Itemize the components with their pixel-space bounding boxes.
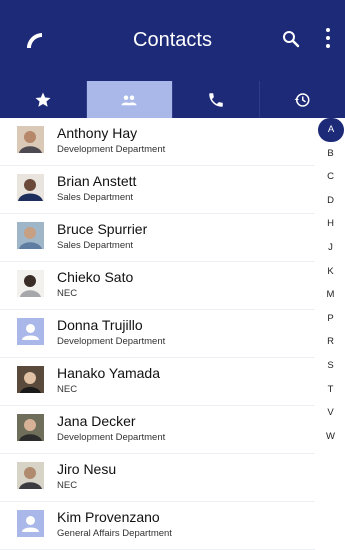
- index-letter[interactable]: B: [316, 142, 345, 166]
- tab-contacts[interactable]: [87, 81, 174, 118]
- avatar: [17, 414, 44, 441]
- contact-name: Anthony Hay: [57, 125, 137, 141]
- contact-department: Development Department: [57, 144, 165, 155]
- index-letter[interactable]: W: [316, 425, 345, 449]
- index-letter[interactable]: P: [316, 307, 345, 331]
- contact-row[interactable]: Kim Provenzano General Affairs Departmen…: [0, 502, 315, 550]
- contact-name: Donna Trujillo: [57, 317, 143, 333]
- contact-row[interactable]: Donna Trujillo Development Department: [0, 310, 315, 358]
- tab-calls[interactable]: [173, 81, 260, 118]
- avatar-placeholder-icon: [17, 318, 44, 345]
- index-letter[interactable]: S: [316, 354, 345, 378]
- avatar: [17, 366, 44, 393]
- people-icon: [120, 91, 138, 109]
- index-letter[interactable]: T: [316, 378, 345, 402]
- contact-row[interactable]: Jana Decker Development Department: [0, 406, 315, 454]
- avatar: [17, 126, 44, 153]
- index-letter[interactable]: C: [316, 165, 345, 189]
- contact-department: Development Department: [57, 336, 165, 347]
- contact-row[interactable]: Brian Anstett Sales Department: [0, 166, 315, 214]
- contact-list: Anthony Hay Development Department Brian…: [0, 118, 315, 550]
- index-letter[interactable]: D: [316, 189, 345, 213]
- avatar: [17, 222, 44, 249]
- contact-department: NEC: [57, 480, 77, 491]
- contact-department: Sales Department: [57, 240, 133, 251]
- history-icon: [293, 91, 311, 109]
- tab-bar: [0, 81, 345, 118]
- contact-name: Bruce Spurrier: [57, 221, 147, 237]
- avatar-placeholder-icon: [17, 510, 44, 537]
- star-icon: [34, 91, 52, 109]
- tab-favorites[interactable]: [0, 81, 87, 118]
- contact-department: NEC: [57, 384, 77, 395]
- contact-name: Jiro Nesu: [57, 461, 116, 477]
- contact-name: Brian Anstett: [57, 173, 136, 189]
- contact-row[interactable]: Chieko Sato NEC: [0, 262, 315, 310]
- contact-name: Hanako Yamada: [57, 365, 160, 381]
- contact-row[interactable]: Hanako Yamada NEC: [0, 358, 315, 406]
- contact-department: General Affairs Department: [57, 528, 172, 539]
- index-letter[interactable]: V: [316, 401, 345, 425]
- index-letter[interactable]: A: [318, 118, 344, 142]
- contact-name: Kim Provenzano: [57, 509, 160, 525]
- phone-icon: [207, 91, 225, 109]
- contact-name: Chieko Sato: [57, 269, 133, 285]
- index-letter[interactable]: K: [316, 260, 345, 284]
- search-icon[interactable]: [282, 30, 300, 48]
- contact-row[interactable]: Anthony Hay Development Department: [0, 118, 315, 166]
- more-vert-icon[interactable]: [325, 27, 331, 49]
- contact-row[interactable]: Jiro Nesu NEC: [0, 454, 315, 502]
- app-bar: Contacts: [0, 0, 345, 81]
- index-letter[interactable]: J: [316, 236, 345, 260]
- avatar: [17, 174, 44, 201]
- contact-name: Jana Decker: [57, 413, 136, 429]
- avatar: [17, 270, 44, 297]
- contact-row[interactable]: Bruce Spurrier Sales Department: [0, 214, 315, 262]
- index-letter[interactable]: M: [316, 283, 345, 307]
- contact-department: Development Department: [57, 432, 165, 443]
- contact-department: NEC: [57, 288, 77, 299]
- avatar: [17, 462, 44, 489]
- alphabet-index: A B C D H J K M P R S T V W: [316, 118, 345, 448]
- tab-history[interactable]: [260, 81, 345, 118]
- contact-department: Sales Department: [57, 192, 133, 203]
- index-letter[interactable]: H: [316, 212, 345, 236]
- index-letter[interactable]: R: [316, 330, 345, 354]
